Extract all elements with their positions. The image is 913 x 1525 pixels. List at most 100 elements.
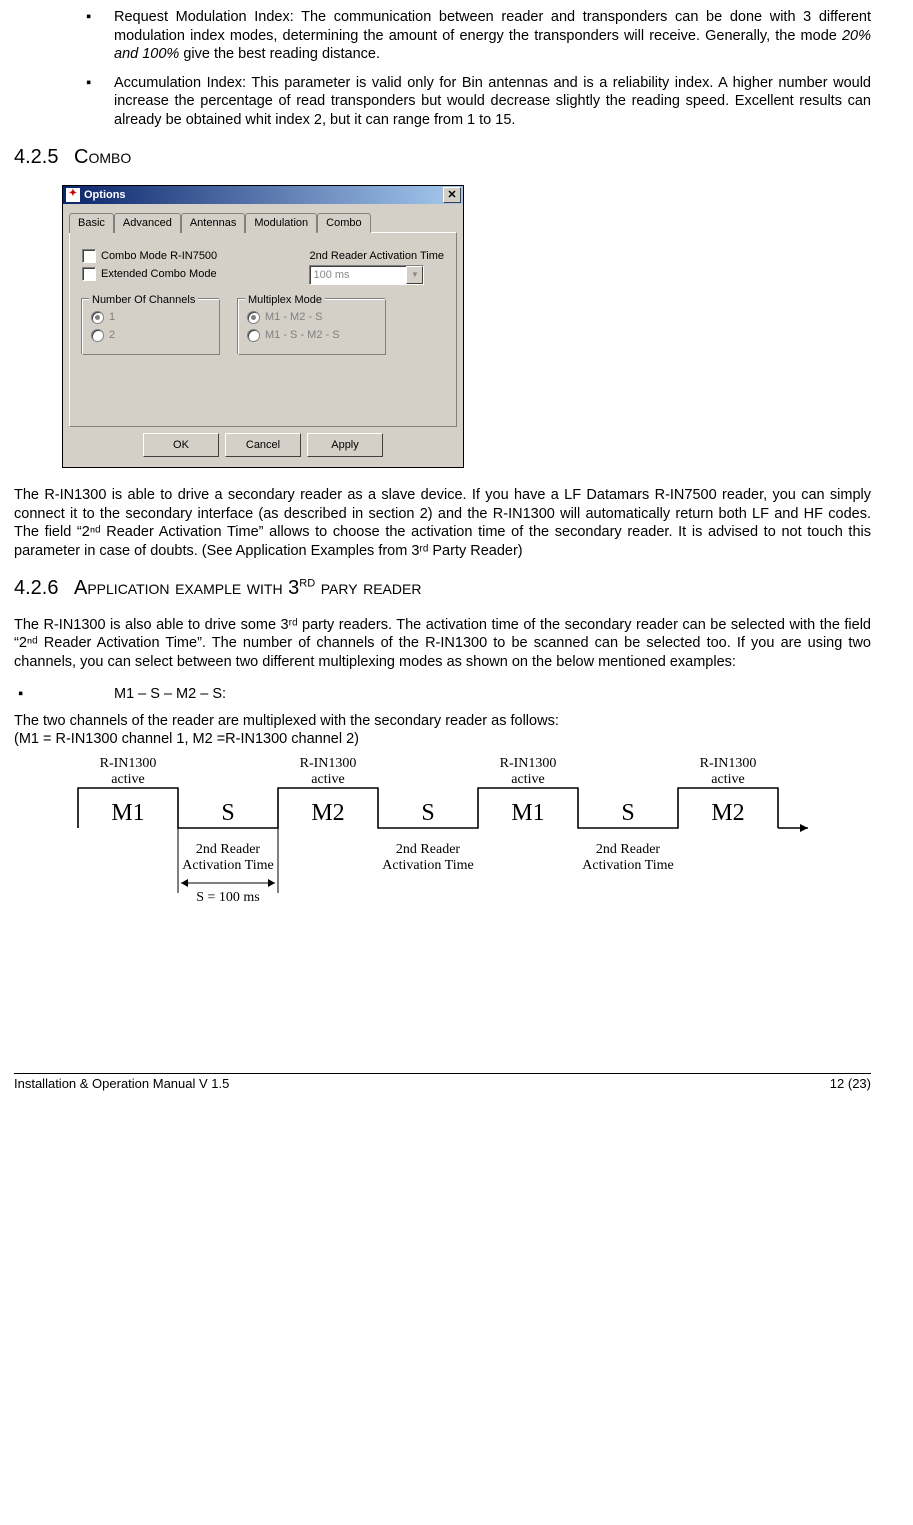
checkbox-extended-combo[interactable]: Extended Combo Mode — [82, 267, 217, 281]
activation-time-label: 2nd Reader Activation Time — [309, 249, 444, 263]
svg-text:2nd Reader: 2nd Reader — [396, 842, 460, 857]
tab-advanced[interactable]: Advanced — [114, 213, 181, 233]
svg-text:M2: M2 — [311, 800, 344, 826]
dialog-title-text: Options — [84, 188, 126, 202]
options-dialog: ✦ Options ✕ Basic Advanced Antennas Modu… — [62, 185, 464, 468]
groupbox-legend: Multiplex Mode — [245, 293, 325, 307]
bullet-lead: Request Modulation Index: — [114, 9, 294, 25]
ok-button[interactable]: OK — [143, 433, 219, 457]
tab-combo[interactable]: Combo — [317, 213, 370, 233]
radio-icon — [247, 311, 260, 324]
paragraph-4-2-6: The R-IN1300 is also able to drive some … — [14, 616, 871, 672]
svg-text:active: active — [511, 772, 544, 787]
cancel-button[interactable]: Cancel — [225, 433, 301, 457]
checkbox-label: Combo Mode R-IN7500 — [101, 249, 217, 263]
bullet-marker: ▪ — [14, 74, 104, 130]
footer-left: Installation & Operation Manual V 1.5 — [14, 1076, 229, 1093]
timing-svg: M1R-IN1300activeS2nd ReaderActivation Ti… — [58, 753, 858, 923]
bullet-lead: Accumulation Index: — [114, 75, 246, 91]
groupbox-multiplex: Multiplex Mode M1 - M2 - S M1 - S - M2 -… — [238, 299, 386, 355]
page-footer: Installation & Operation Manual V 1.5 12… — [14, 1073, 871, 1093]
groupbox-legend: Number Of Channels — [89, 293, 198, 307]
tab-panel-combo: Combo Mode R-IN7500 Extended Combo Mode … — [69, 232, 457, 427]
bullet-marker: ▪ — [14, 685, 114, 704]
radio-label: M1 - S - M2 - S — [265, 328, 340, 342]
mode-desc-line2: (M1 = R-IN1300 channel 1, M2 =R-IN1300 c… — [14, 731, 359, 747]
heading-number: 4.2.6 — [14, 576, 74, 602]
svg-text:S: S — [221, 800, 234, 826]
dialog-app-icon: ✦ — [66, 188, 80, 202]
svg-text:R-IN1300: R-IN1300 — [700, 756, 757, 771]
tab-modulation[interactable]: Modulation — [245, 213, 317, 233]
radio-multiplex-1[interactable]: M1 - M2 - S — [247, 310, 377, 324]
radio-channel-1[interactable]: 1 — [91, 310, 211, 324]
svg-text:R-IN1300: R-IN1300 — [300, 756, 357, 771]
svg-text:2nd Reader: 2nd Reader — [596, 842, 660, 857]
top-bullets: ▪ Request Modulation Index: The communic… — [14, 8, 871, 129]
heading-4-2-6: 4.2.6 Application example with 3RD pary … — [14, 576, 871, 602]
activation-time-select[interactable]: 100 ms ▼ — [309, 265, 424, 285]
svg-text:2nd Reader: 2nd Reader — [196, 842, 260, 857]
bullet-accumulation-index: ▪ Accumulation Index: This parameter is … — [14, 74, 871, 130]
dialog-titlebar: ✦ Options ✕ — [63, 186, 463, 204]
svg-text:active: active — [111, 772, 144, 787]
checkbox-icon — [82, 267, 96, 281]
chevron-down-icon: ▼ — [406, 266, 423, 284]
radio-icon — [247, 329, 260, 342]
svg-text:S = 100 ms: S = 100 ms — [196, 890, 260, 905]
radio-label: M1 - M2 - S — [265, 310, 322, 324]
mode-desc-line1: The two channels of the reader are multi… — [14, 713, 559, 729]
svg-text:S: S — [421, 800, 434, 826]
dialog-body: Basic Advanced Antennas Modulation Combo… — [63, 204, 463, 467]
mode-label: M1 – S – M2 – S: — [114, 685, 226, 704]
checkbox-label: Extended Combo Mode — [101, 267, 217, 281]
paragraph-4-2-5: The R-IN1300 is able to drive a secondar… — [14, 486, 871, 560]
activation-time-column: 2nd Reader Activation Time 100 ms ▼ — [309, 249, 444, 285]
timing-diagram: M1R-IN1300activeS2nd ReaderActivation Ti… — [58, 753, 858, 923]
radio-icon — [91, 311, 104, 324]
radio-label: 1 — [109, 310, 115, 324]
heading-title: Application example with 3RD pary reader — [74, 576, 421, 602]
svg-text:M1: M1 — [511, 800, 544, 826]
tab-antennas[interactable]: Antennas — [181, 213, 245, 233]
heading-4-2-5: 4.2.5 Combo — [14, 145, 871, 171]
dialog-button-row: OK Cancel Apply — [69, 427, 457, 465]
svg-text:M1: M1 — [111, 800, 144, 826]
svg-text:active: active — [311, 772, 344, 787]
heading-title: Combo — [74, 145, 131, 171]
heading-title-post: pary reader — [315, 577, 421, 599]
svg-text:Activation Time: Activation Time — [582, 858, 673, 873]
mode-description: The two channels of the reader are multi… — [14, 712, 871, 749]
checkbox-icon — [82, 249, 96, 263]
radio-icon — [91, 329, 104, 342]
bullet-tail: give the best reading distance. — [179, 46, 380, 62]
svg-text:R-IN1300: R-IN1300 — [100, 756, 157, 771]
checkbox-column: Combo Mode R-IN7500 Extended Combo Mode — [82, 249, 217, 285]
radio-channel-2[interactable]: 2 — [91, 328, 211, 342]
mode-bullet: ▪ M1 – S – M2 – S: — [14, 685, 871, 704]
bullet-marker: ▪ — [14, 8, 104, 64]
select-value: 100 ms — [313, 268, 349, 282]
footer-right: 12 (23) — [830, 1076, 871, 1093]
radio-label: 2 — [109, 328, 115, 342]
tab-basic[interactable]: Basic — [69, 213, 114, 233]
svg-text:R-IN1300: R-IN1300 — [500, 756, 557, 771]
heading-title-sup: RD — [299, 577, 315, 589]
dialog-tabs: Basic Advanced Antennas Modulation Combo — [69, 212, 457, 232]
svg-text:Activation Time: Activation Time — [182, 858, 273, 873]
bullet-request-modulation: ▪ Request Modulation Index: The communic… — [14, 8, 871, 64]
svg-text:S: S — [621, 800, 634, 826]
svg-text:active: active — [711, 772, 744, 787]
radio-multiplex-2[interactable]: M1 - S - M2 - S — [247, 328, 377, 342]
apply-button[interactable]: Apply — [307, 433, 383, 457]
options-dialog-screenshot: ✦ Options ✕ Basic Advanced Antennas Modu… — [62, 185, 871, 468]
heading-number: 4.2.5 — [14, 145, 74, 171]
svg-text:M2: M2 — [711, 800, 744, 826]
bullet-text: Request Modulation Index: The communicat… — [104, 8, 871, 64]
groupbox-channels: Number Of Channels 1 2 — [82, 299, 220, 355]
close-icon[interactable]: ✕ — [443, 187, 461, 203]
checkbox-combo-mode[interactable]: Combo Mode R-IN7500 — [82, 249, 217, 263]
heading-title-pre: Application example with 3 — [74, 577, 299, 599]
svg-text:Activation Time: Activation Time — [382, 858, 473, 873]
bullet-text: Accumulation Index: This parameter is va… — [104, 74, 871, 130]
